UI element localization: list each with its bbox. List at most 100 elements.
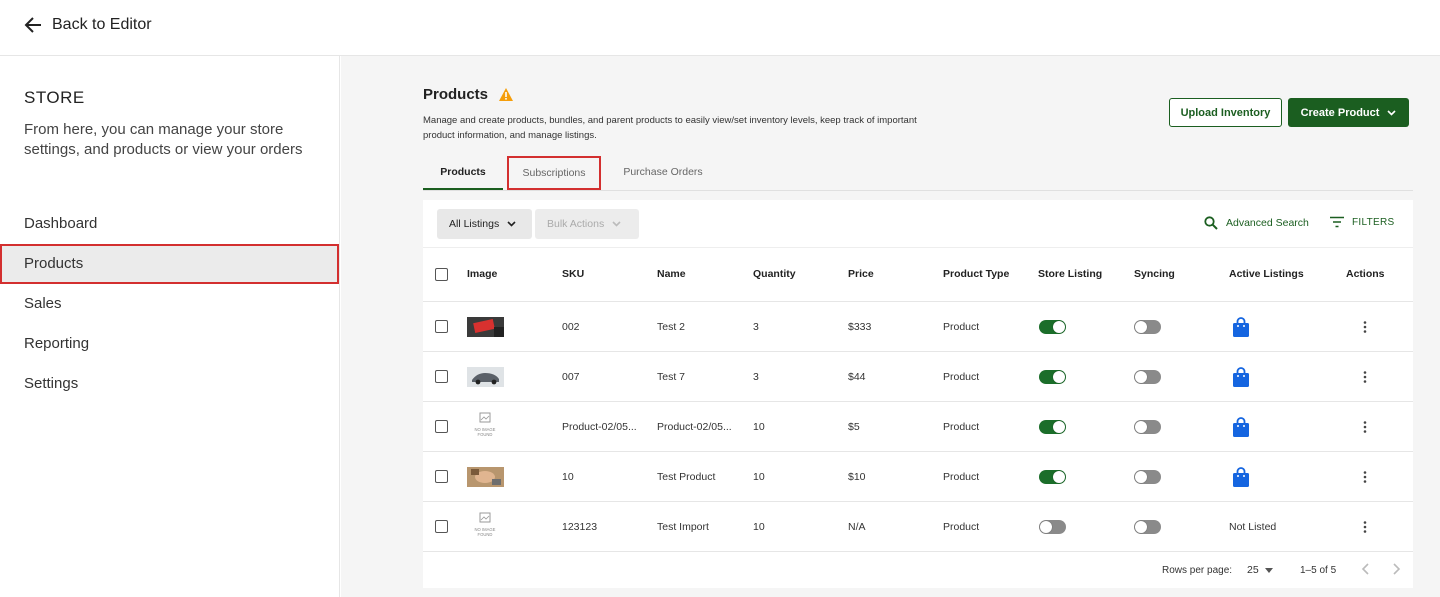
sidebar-item-products[interactable]: Products [0,244,339,284]
sidebar: STORE From here, you can manage your sto… [0,56,340,597]
store-listing-toggle[interactable] [1039,370,1066,384]
warning-icon[interactable] [498,87,514,102]
toggle-knob [1040,521,1052,533]
price-cell: $10 [848,471,866,483]
store-listing-toggle[interactable] [1039,320,1066,334]
table-toolbar: All Listings Bulk Actions Advanced Searc… [423,200,1413,248]
product-thumbnail[interactable] [467,317,504,337]
rows-per-page-select[interactable]: 25 [1247,564,1273,576]
no-image-placeholder: NO IMAGEFOUND [475,412,496,437]
sku-cell: 002 [562,321,580,333]
sidebar-item-dashboard[interactable]: Dashboard [0,204,339,244]
filter-icon [1330,216,1344,228]
pagination-range: 1–5 of 5 [1300,565,1337,576]
toggle-knob [1135,521,1147,533]
syncing-toggle[interactable] [1134,420,1161,434]
shopping-bag-icon[interactable] [1232,367,1250,387]
toggle-knob [1053,471,1065,483]
filters-button[interactable]: FILTERS [1330,216,1394,228]
row-checkbox[interactable] [435,420,448,433]
all-listings-dropdown[interactable]: All Listings [437,209,532,239]
shopping-bag-icon[interactable] [1232,317,1250,337]
bulk-actions-label: Bulk Actions [547,218,605,230]
row-checkbox[interactable] [435,320,448,333]
table-row[interactable]: 002 Test 2 3 $333 Product [423,302,1413,352]
sku-cell: 123123 [562,521,598,533]
name-cell: Test 7 [657,371,686,383]
sidebar-description: From here, you can manage your store set… [24,121,303,158]
column-header-sku[interactable]: SKU [562,268,584,280]
sidebar-item-sales[interactable]: Sales [0,284,339,324]
name-cell: Test 2 [657,321,686,333]
table-row[interactable]: 10 Test Product 10 $10 Product [423,452,1413,502]
more-actions-icon[interactable] [1363,520,1367,534]
main-content: Products Manage and create products, bun… [341,56,1440,597]
store-listing-toggle[interactable] [1039,470,1066,484]
price-cell: N/A [848,521,866,533]
toggle-knob [1053,321,1065,333]
previous-page-icon[interactable] [1359,562,1373,576]
column-header-actions: Actions [1346,268,1385,280]
no-image-text: FOUND [478,532,493,537]
column-header-price[interactable]: Price [848,268,874,280]
more-actions-icon[interactable] [1363,420,1367,434]
name-cell: Test Import [657,521,709,533]
sku-cell: 007 [562,371,580,383]
price-cell: $44 [848,371,866,383]
store-listing-toggle[interactable] [1039,520,1066,534]
syncing-toggle[interactable] [1134,470,1161,484]
more-actions-icon[interactable] [1363,320,1367,334]
quantity-cell: 10 [753,471,765,483]
table-row[interactable]: NO IMAGE FOUND Product-02/05... Product-0… [423,402,1413,452]
column-header-image[interactable]: Image [467,268,497,280]
products-table-card: All Listings Bulk Actions Advanced Searc… [423,200,1413,588]
table-row[interactable]: NO IMAGE FOUND 123123 Test Import 10 N/A … [423,502,1413,552]
toggle-knob [1135,321,1147,333]
sidebar-title: STORE [24,88,85,107]
back-to-editor-link[interactable]: Back to Editor [24,16,152,34]
upload-inventory-button[interactable]: Upload Inventory [1169,98,1282,127]
advanced-search-button[interactable]: Advanced Search [1204,216,1309,230]
select-all-checkbox[interactable] [435,268,448,281]
shopping-bag-icon[interactable] [1232,467,1250,487]
syncing-toggle[interactable] [1134,520,1161,534]
create-product-button[interactable]: Create Product [1288,98,1409,127]
table-row[interactable]: 007 Test 7 3 $44 Product [423,352,1413,402]
tab-products[interactable]: Products [423,156,503,190]
column-header-name[interactable]: Name [657,268,686,280]
column-header-store-listing[interactable]: Store Listing [1038,268,1102,280]
shopping-bag-icon[interactable] [1232,417,1250,437]
store-listing-toggle[interactable] [1039,420,1066,434]
top-bar: Back to Editor [0,0,1440,56]
tab-purchase-orders[interactable]: Purchase Orders [613,156,713,190]
no-image-placeholder: NO IMAGEFOUND [475,512,496,537]
bulk-actions-dropdown[interactable]: Bulk Actions [535,209,639,239]
sidebar-item-reporting[interactable]: Reporting [0,324,339,364]
product-thumbnail[interactable] [467,467,504,487]
tab-subscriptions[interactable]: Subscriptions [507,156,601,190]
sidebar-item-settings[interactable]: Settings [0,364,339,404]
row-checkbox[interactable] [435,520,448,533]
back-label: Back to Editor [52,16,152,33]
product-type-cell: Product [943,371,980,383]
row-checkbox[interactable] [435,470,448,483]
syncing-toggle[interactable] [1134,320,1161,334]
column-header-product-type[interactable]: Product Type [943,268,1009,280]
quantity-cell: 3 [753,321,759,333]
more-actions-icon[interactable] [1363,370,1367,384]
column-header-active-listings[interactable]: Active Listings [1229,268,1304,280]
more-actions-icon[interactable] [1363,470,1367,484]
page-title: Products [423,86,489,103]
create-product-label: Create Product [1300,106,1380,119]
row-checkbox[interactable] [435,370,448,383]
product-thumbnail[interactable] [467,367,504,387]
table-header: Image SKU Name Quantity Price Product Ty… [423,248,1413,302]
column-header-syncing[interactable]: Syncing [1134,268,1175,280]
toggle-knob [1135,371,1147,383]
syncing-toggle[interactable] [1134,370,1161,384]
table-pagination: Rows per page: 25 1–5 of 5 [423,550,1413,588]
next-page-icon[interactable] [1389,562,1403,576]
all-listings-label: All Listings [449,218,500,230]
sku-cell: 10 [562,471,574,483]
column-header-quantity[interactable]: Quantity [753,268,796,280]
